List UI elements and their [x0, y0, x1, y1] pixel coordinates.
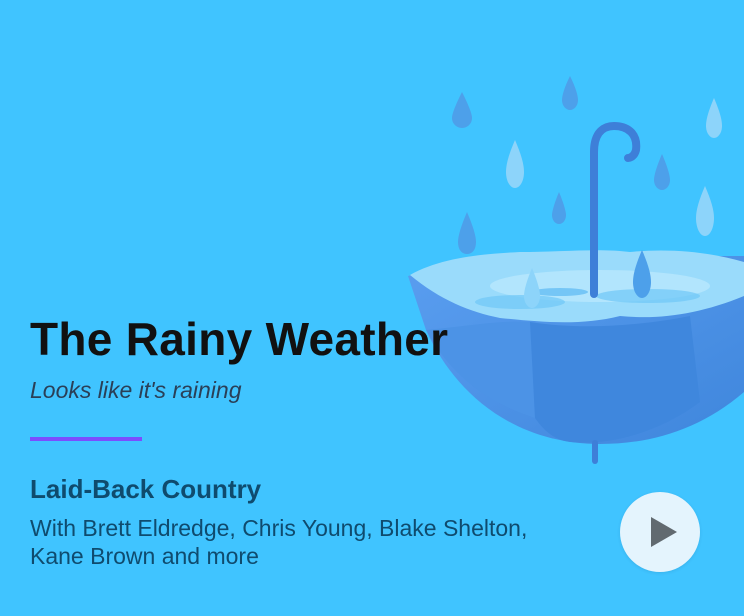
- playlist-description: With Brett Eldredge, Chris Young, Blake …: [30, 515, 528, 569]
- play-icon: [650, 517, 677, 547]
- card-title: The Rainy Weather: [30, 313, 449, 365]
- card-subtitle: Looks like it's raining: [30, 377, 242, 403]
- playlist-name[interactable]: Laid-Back Country: [30, 474, 261, 505]
- rainy-weather-card: The Rainy Weather Looks like it's rainin…: [0, 0, 744, 616]
- play-button[interactable]: [620, 492, 700, 572]
- accent-divider: [30, 437, 142, 441]
